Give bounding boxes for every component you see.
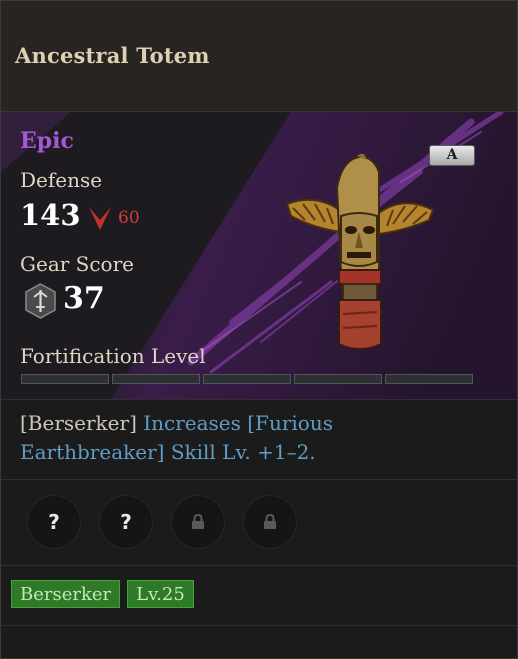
gear-score-icon — [25, 283, 56, 319]
divider — [1, 399, 517, 400]
fortification-label: Fortification Level — [20, 344, 206, 368]
tooltip-header: Ancestral Totem — [1, 1, 517, 112]
rarity-label: Epic — [20, 128, 74, 154]
gear-score-value: 37 — [63, 281, 105, 316]
defense-change: 60 — [118, 208, 140, 228]
fortification-segment — [21, 374, 109, 384]
socket-slot-locked[interactable] — [243, 495, 297, 549]
question-icon: ? — [120, 510, 132, 534]
item-effect-description: [Berserker] Increases [Furious Earthbrea… — [20, 409, 500, 467]
effect-class-prefix: [Berserker] — [20, 411, 137, 435]
divider — [1, 625, 517, 626]
gear-score-label: Gear Score — [20, 252, 134, 276]
lock-icon — [192, 514, 204, 529]
defense-value: 143 — [20, 198, 81, 232]
socket-slot-locked[interactable] — [171, 495, 225, 549]
defense-label: Defense — [20, 168, 103, 192]
effect-skill-bonus: Skill Lv. +1–2. — [170, 440, 316, 464]
socket-row: ? ? — [27, 495, 297, 549]
socket-slot[interactable]: ? — [99, 495, 153, 549]
item-name: Ancestral Totem — [15, 43, 210, 68]
item-summary-panel: Epic A Defense 143 60 Gear Score 37 Fort… — [1, 112, 517, 399]
level-tag: Lv.25 — [127, 580, 194, 608]
class-tag: Berserker — [11, 580, 121, 608]
lock-icon — [264, 514, 276, 529]
divider — [1, 565, 517, 566]
effect-skill-name: Earthbreaker] — [20, 440, 165, 464]
question-icon: ? — [48, 510, 60, 534]
fortification-bars — [21, 374, 473, 384]
requirement-tags: Berserker Lv.25 — [11, 580, 194, 608]
totem-icon — [285, 154, 435, 350]
decrease-arrow-icon — [89, 207, 111, 230]
fortification-segment — [112, 374, 200, 384]
divider — [1, 479, 517, 480]
effect-skill-text: Increases [Furious — [143, 411, 333, 435]
item-tooltip: Ancestral Totem Epic A Defense 143 60 Ge… — [0, 0, 518, 659]
socket-slot[interactable]: ? — [27, 495, 81, 549]
fortification-segment — [385, 374, 473, 384]
fortification-segment — [294, 374, 382, 384]
fortification-segment — [203, 374, 291, 384]
